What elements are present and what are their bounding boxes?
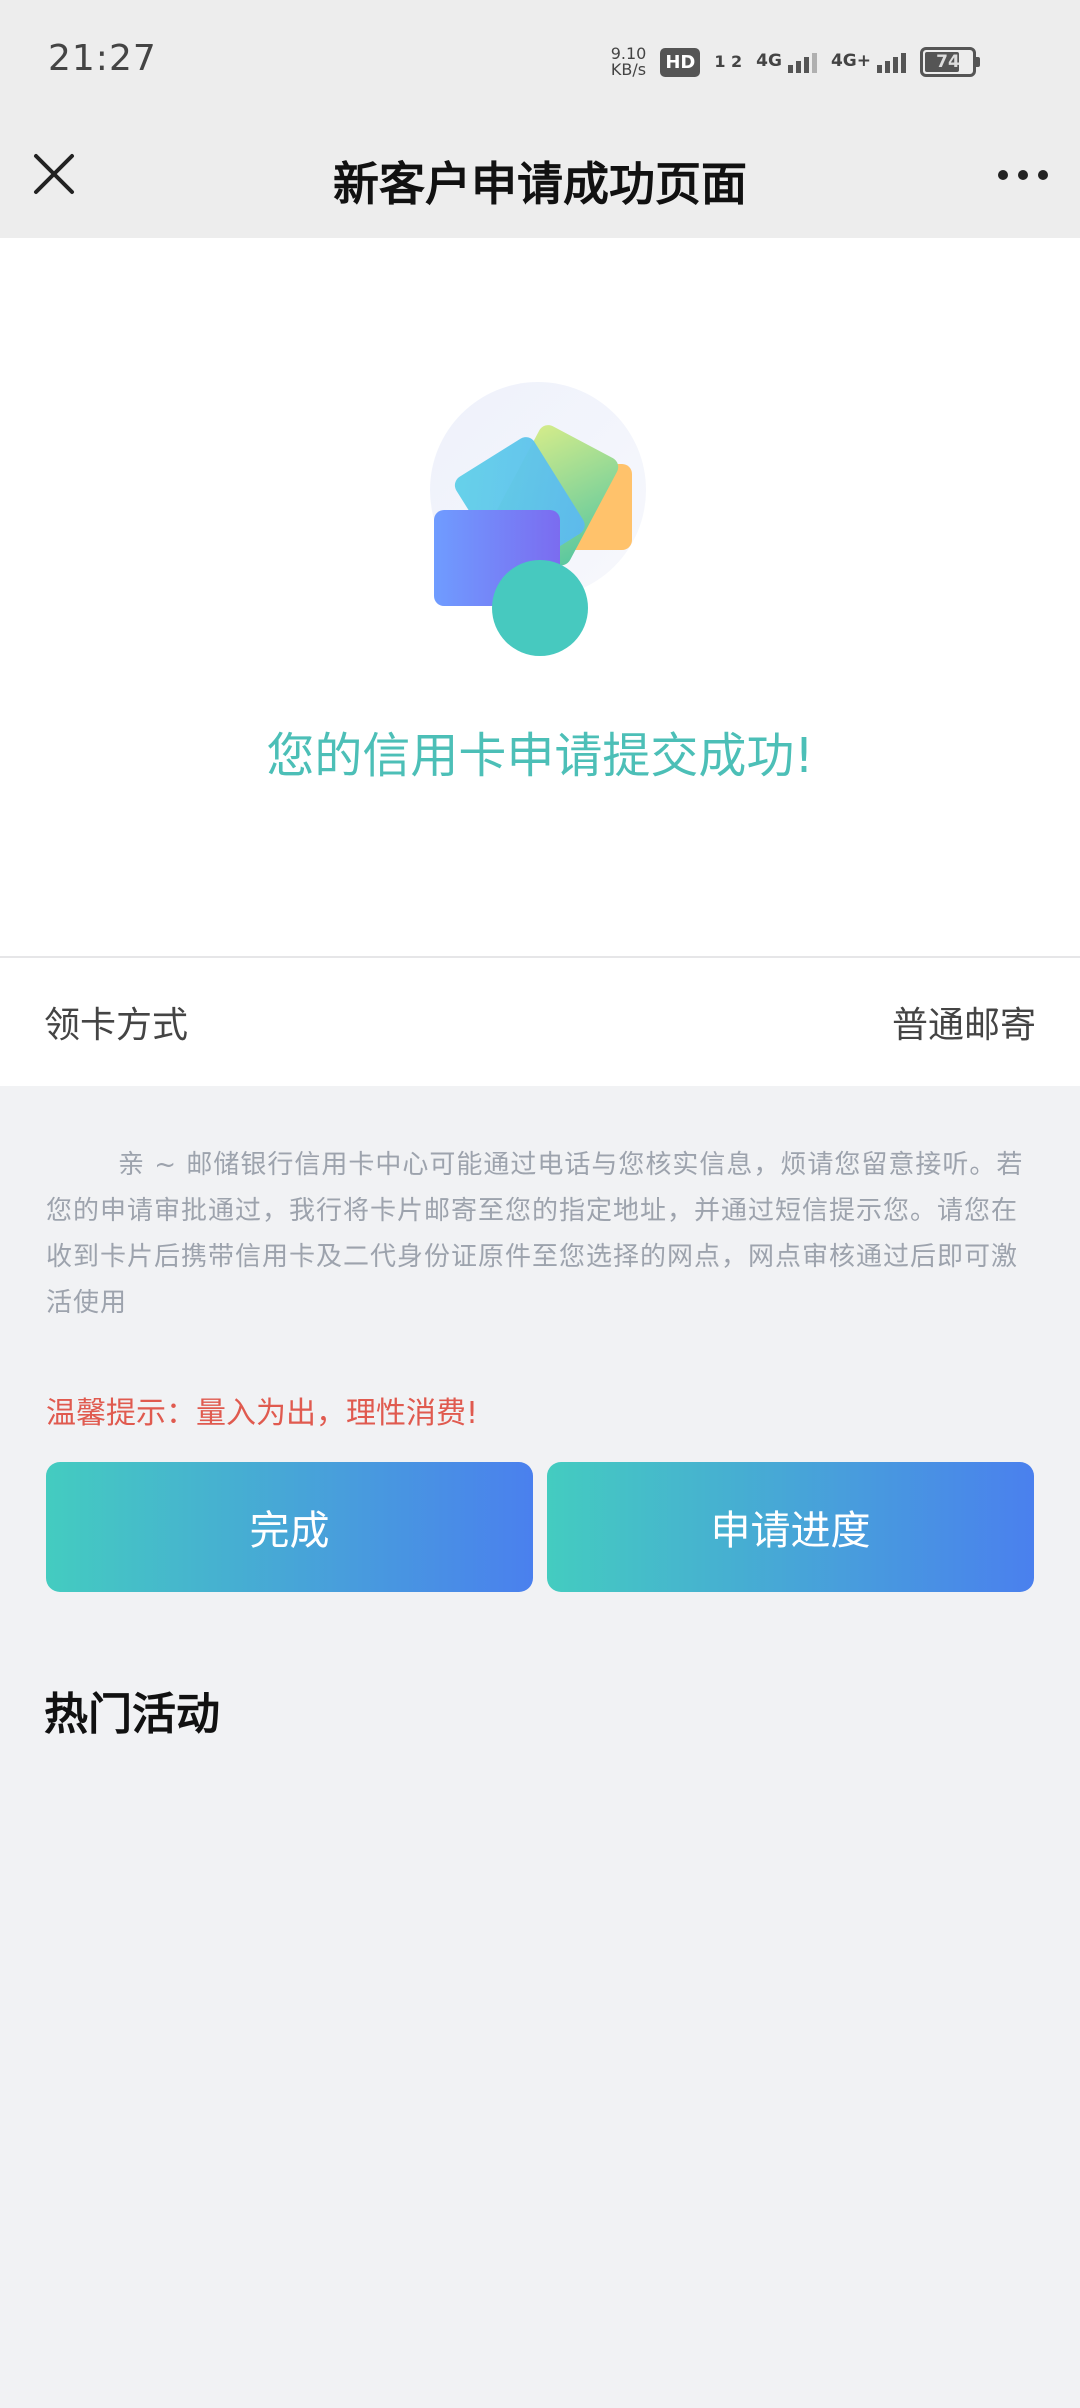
card-pickup-row: 领卡方式 普通邮寄 <box>0 958 1080 1086</box>
notice-text: 亲 ~ 邮储银行信用卡中心可能通过电话与您核实信息，烦请您留意接听。若您的申请审… <box>46 1150 1024 1318</box>
battery-level: 74 <box>936 52 960 72</box>
credit-card-illustration <box>430 382 646 656</box>
signal-bars-icon <box>877 51 906 73</box>
warm-tip: 温馨提示：量入为出，理性消费! <box>46 1396 479 1431</box>
net-speed-unit: KB/s <box>610 60 647 79</box>
success-card: 您的信用卡申请提交成功! <box>0 238 1080 958</box>
network-type-2: 4G+ <box>830 51 871 71</box>
status-time: 21:27 <box>48 38 157 79</box>
card-pickup-label: 领卡方式 <box>44 1005 189 1046</box>
status-icons: 9.10 KB/s HD 1 2 4G 4G+ 74 <box>611 40 980 84</box>
signal-2: 4G+ <box>831 51 906 73</box>
page-title: 新客户申请成功页面 <box>333 157 747 211</box>
done-button[interactable]: 完成 <box>46 1462 533 1592</box>
more-button[interactable] <box>996 160 1050 190</box>
application-progress-button[interactable]: 申请进度 <box>547 1462 1034 1592</box>
net-speed: 9.10 KB/s <box>611 46 647 78</box>
sim-label: 1 2 <box>714 52 743 71</box>
hot-activities-title: 热门活动 <box>44 1689 220 1740</box>
signal-bars-icon <box>787 51 817 73</box>
network-type-1: 4G <box>756 51 782 71</box>
card-pickup-value: 普通邮寄 <box>891 1005 1036 1046</box>
signal-1: 4G <box>756 51 817 73</box>
hd-icon: HD <box>660 47 701 77</box>
success-message: 您的信用卡申请提交成功! <box>266 728 814 784</box>
nav-bar: 新客户申请成功页面 <box>0 120 1080 238</box>
battery-icon: 74 <box>920 47 980 77</box>
status-bar: 21:27 9.10 KB/s HD 1 2 4G 4G+ 74 <box>0 0 1080 120</box>
more-dots-icon <box>998 170 1048 180</box>
